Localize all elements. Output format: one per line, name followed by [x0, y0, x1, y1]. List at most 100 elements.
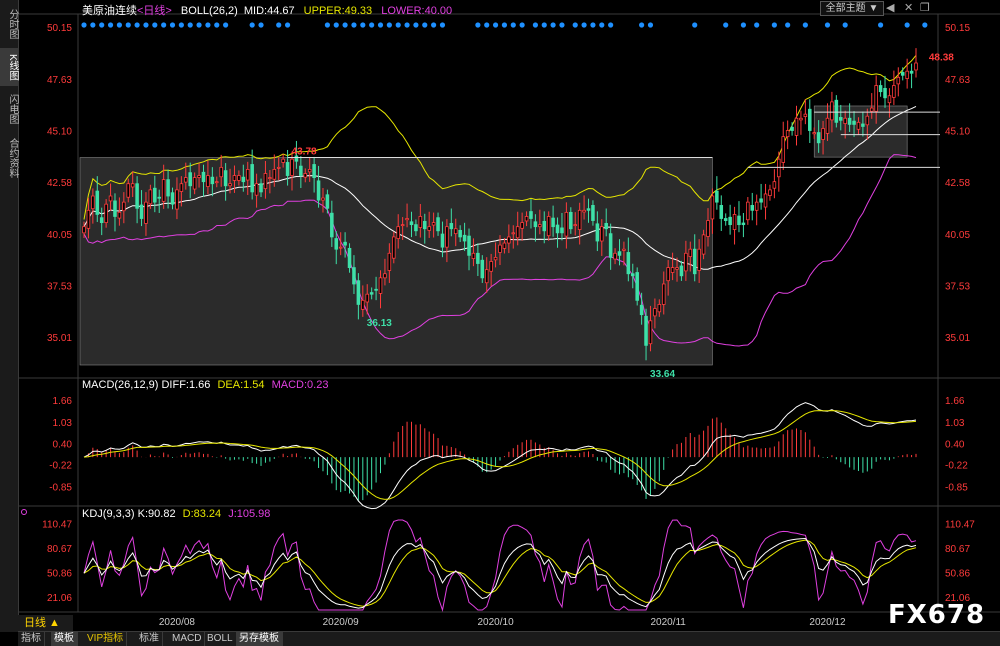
candle-body — [821, 128, 825, 140]
candle-body — [471, 252, 476, 260]
candle-body — [546, 216, 551, 237]
candle-body — [759, 198, 763, 203]
candle-body — [639, 304, 644, 316]
tab-macd[interactable]: MACD — [169, 632, 206, 646]
candle-body — [312, 164, 316, 178]
candle-body — [157, 196, 162, 199]
candle-body — [458, 229, 462, 238]
candle-body — [414, 224, 418, 232]
price-tick-left: 40.05 — [47, 230, 72, 241]
kdj-settings-icon — [21, 509, 27, 515]
candle-body — [210, 176, 215, 185]
candle-body — [847, 117, 852, 125]
signal-dot — [581, 22, 587, 28]
signal-dot — [187, 22, 193, 28]
price-tick-left: 47.63 — [47, 75, 72, 86]
candle-body — [179, 183, 184, 192]
candle-body — [533, 221, 538, 228]
candle-body — [697, 248, 701, 271]
candle-body — [214, 181, 219, 184]
candle-body — [883, 87, 887, 99]
signal-dot — [134, 22, 140, 28]
candle-body — [254, 183, 259, 196]
boll-mid: MID:44.67 — [243, 5, 295, 17]
close-icon[interactable]: ✕ — [904, 1, 913, 14]
candle-body — [657, 304, 662, 313]
candle-body — [900, 72, 905, 76]
candle-body — [710, 195, 715, 220]
macd-tick-right: 1.03 — [945, 418, 965, 429]
tab-save-template[interactable]: 另存模板 — [236, 632, 283, 646]
signal-dot — [143, 22, 149, 28]
signal-dot — [107, 22, 114, 28]
signal-dot — [723, 22, 729, 28]
macd-diff: DIFF:1.66 — [161, 379, 211, 391]
candle-body — [781, 136, 786, 163]
candle-body — [476, 252, 480, 264]
signal-dot — [422, 22, 428, 28]
candle-body — [113, 200, 117, 217]
boll-upper: UPPER:49.33 — [303, 5, 373, 17]
candle-body — [188, 172, 192, 187]
price-tick-right: 35.01 — [945, 333, 970, 344]
candle-body — [201, 171, 206, 183]
signal-dot — [333, 22, 339, 28]
macd-dea: DEA:1.54 — [217, 379, 265, 391]
candle-body — [613, 252, 617, 260]
theme-selector[interactable]: 全部主题 ▼ — [820, 1, 884, 16]
candle-body — [515, 226, 520, 239]
price-tick-right: 37.53 — [945, 281, 970, 292]
signal-dot — [740, 22, 747, 28]
candle-body — [228, 183, 232, 187]
kdj-tick-left: 21.06 — [47, 593, 72, 604]
tab-standard[interactable]: 标准 — [136, 632, 163, 646]
price-tick-right: 50.15 — [945, 23, 970, 34]
signal-dot — [81, 22, 87, 28]
candle-body — [139, 204, 144, 219]
candle-body — [135, 183, 139, 209]
signal-dot — [501, 22, 508, 28]
candle-body — [175, 189, 179, 210]
candle-body — [223, 170, 228, 187]
candle-body — [493, 256, 498, 261]
signal-dot — [572, 22, 578, 28]
macd-name: MACD(26,12,9) — [82, 379, 159, 391]
candle-body — [440, 233, 445, 248]
signal-dot — [590, 22, 596, 28]
watermark-logo: FX678 — [888, 600, 986, 630]
signal-dot — [754, 22, 760, 28]
candle-body — [754, 201, 759, 211]
arrow-left-icon[interactable]: ◀ — [886, 1, 894, 14]
tab-vip-indicators[interactable]: VIP指标 — [84, 632, 128, 646]
candle-body — [892, 85, 896, 98]
signal-dot — [599, 22, 605, 28]
candle-body — [250, 164, 254, 193]
macd-tick-left: 0.40 — [53, 439, 73, 450]
candle-body — [95, 190, 100, 215]
candle-body — [896, 76, 901, 85]
chart-canvas[interactable]: 50.15 50.15 47.63 47.63 45.10 45.10 42.58 42.58… — [0, 0, 1000, 632]
candle-body — [564, 211, 569, 237]
candle-body — [334, 238, 339, 250]
candle-body — [723, 218, 728, 221]
period-badge[interactable]: 日线 ▲ — [18, 615, 73, 631]
tab-indicators[interactable]: 指标 — [18, 632, 45, 646]
price-tick-right: 42.58 — [945, 178, 970, 189]
candle-body — [684, 252, 688, 272]
signal-dot — [484, 22, 490, 28]
kdj-panel: 110.47 110.4780.67 80.6750.86 50.8621.06 21.… — [21, 509, 975, 612]
window-restore-icon[interactable]: ❐ — [920, 1, 930, 14]
price-annotation: 33.64 — [650, 369, 675, 380]
date-axis: 2020/08 2020/09 2020/10 2020/11 2020/12 — [159, 617, 846, 628]
tab-boll[interactable]: BOLL — [204, 632, 237, 646]
candle-body — [653, 308, 657, 317]
candle-body — [595, 223, 600, 242]
candle-body — [635, 272, 639, 301]
signal-dot — [369, 22, 375, 28]
price-tick-right: 45.10 — [945, 127, 970, 138]
macd-tick-left: -0.85 — [49, 482, 72, 493]
candle-body — [166, 179, 170, 197]
candle-body — [184, 177, 188, 183]
candle-body — [648, 320, 653, 345]
tab-template[interactable]: 模板 — [51, 632, 78, 646]
